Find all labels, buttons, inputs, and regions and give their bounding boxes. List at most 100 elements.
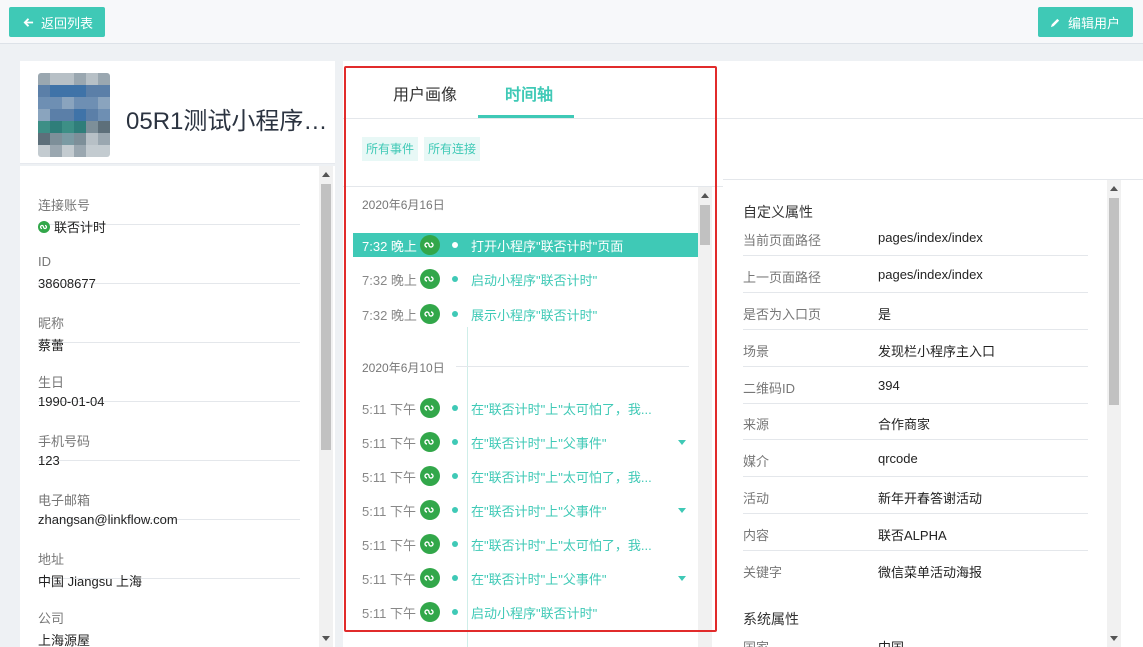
miniprogram-icon: [420, 500, 440, 520]
attribute-value: qrcode: [878, 451, 918, 466]
timeline-date: 2020年6月10日: [362, 361, 445, 375]
attribute-value: 联否ALPHA: [878, 528, 947, 543]
attribute-value: 合作商家: [878, 417, 931, 432]
event-time: 7:32 晚上: [362, 307, 417, 323]
back-to-list-button[interactable]: 返回列表: [9, 7, 105, 37]
scrollbar-thumb[interactable]: [1109, 198, 1119, 405]
field-label: ID: [38, 254, 51, 269]
attribute-value: pages/index/index: [878, 267, 983, 282]
pencil-icon: [1050, 18, 1060, 27]
attribute-value: 是: [878, 307, 892, 322]
tab-timeline[interactable]: 时间轴: [505, 81, 553, 105]
fields-scrollbar[interactable]: [319, 166, 333, 647]
attribute-row: 媒介 qrcode: [743, 440, 1088, 477]
event-time: 5:11 下午: [362, 435, 416, 451]
field-label: 手机号码: [38, 434, 91, 449]
field-linked-account: 连接账号 联否计时: [38, 166, 300, 235]
date-divider: [456, 366, 689, 367]
attribute-row: 当前页面路径 pages/index/index: [743, 219, 1088, 256]
attribute-key: 场景: [743, 344, 770, 359]
attributes-header: [723, 61, 1143, 119]
timeline-dot: [452, 575, 458, 581]
edit-user-button[interactable]: 编辑用户: [1038, 7, 1133, 37]
tab-bar: 用户画像 时间轴: [343, 61, 723, 119]
timeline-date: 2020年6月16日: [362, 198, 445, 212]
event-text: 在"联否计时"上"太可怕了，我...: [471, 401, 652, 417]
scroll-up-arrow-icon[interactable]: [701, 193, 709, 198]
field-id: ID 38608677: [38, 225, 300, 291]
timeline-scrollbar[interactable]: [698, 187, 712, 647]
timeline-dot: [452, 541, 458, 547]
scroll-up-arrow-icon[interactable]: [322, 172, 330, 177]
attribute-value: 发现栏小程序主入口: [878, 344, 996, 359]
event-text: 打开小程序"联否计时"页面: [471, 238, 624, 254]
miniprogram-icon: [420, 304, 440, 324]
active-tab-indicator: [478, 115, 574, 118]
top-bar: 返回列表 编辑用户: [0, 0, 1143, 44]
attribute-key: 上一页面路径: [743, 270, 822, 285]
timeline-event[interactable]: 7:32 晚上 展示小程序"联否计时": [353, 302, 698, 326]
timeline-event[interactable]: 5:11 下午 在"联否计时"上"父事件": [353, 430, 698, 454]
attribute-row: 内容 联否ALPHA: [743, 514, 1088, 551]
attribute-value: 微信菜单活动海报: [878, 565, 983, 580]
timeline-event[interactable]: 5:11 下午 启动小程序"联否计时": [353, 600, 698, 624]
attributes-panel: 自定义属性 当前页面路径 pages/index/index 上一页面路径 page…: [723, 61, 1143, 647]
filter-all-events[interactable]: 所有事件: [362, 137, 419, 161]
event-text: 展示小程序"联否计时": [471, 307, 598, 323]
scroll-down-arrow-icon[interactable]: [322, 636, 330, 641]
attribute-row: 关键字 微信菜单活动海报: [743, 551, 1088, 588]
event-time: 5:11 下午: [362, 503, 416, 519]
miniprogram-icon: [420, 466, 440, 486]
event-time: 5:11 下午: [362, 571, 416, 587]
attribute-row: 是否为入口页 是: [743, 293, 1088, 330]
field-label: 地址: [38, 552, 65, 567]
tab-user-portrait[interactable]: 用户画像: [393, 81, 457, 105]
field-label: 电子邮箱: [38, 493, 91, 508]
timeline-dot: [452, 609, 458, 615]
expand-caret-icon[interactable]: [678, 575, 686, 581]
scrollbar-thumb[interactable]: [700, 205, 710, 245]
field-email: 电子邮箱 zhangsan@linkflow.com: [38, 461, 300, 527]
event-text: 在"联否计时"上"父事件": [471, 571, 607, 587]
timeline-dot: [452, 439, 458, 445]
attribute-value: 394: [878, 378, 900, 393]
scrollbar-thumb[interactable]: [321, 184, 331, 450]
timeline-dot: [452, 276, 458, 282]
timeline-event[interactable]: 5:11 下午 在"联否计时"上"太可怕了，我...: [353, 396, 698, 420]
miniprogram-icon: [420, 534, 440, 554]
timeline-event[interactable]: 5:11 下午 在"联否计时"上"父事件": [353, 566, 698, 590]
timeline-event[interactable]: 5:11 下午 在"联否计时"上"太可怕了，我...: [353, 464, 698, 488]
scroll-down-arrow-icon[interactable]: [1110, 636, 1118, 641]
attributes-scrollbar[interactable]: [1107, 180, 1121, 647]
attribute-key: 二维码ID: [743, 381, 796, 396]
event-time: 7:32 晚上: [362, 238, 417, 254]
field-label: 连接账号: [38, 198, 91, 213]
timeline-dot: [452, 507, 458, 513]
event-time: 5:11 下午: [362, 605, 416, 621]
event-time: 5:11 下午: [362, 537, 416, 553]
expand-caret-icon[interactable]: [678, 439, 686, 445]
timeline-dot: [452, 242, 458, 248]
avatar: [38, 73, 110, 157]
timeline-event[interactable]: 7:32 晚上 启动小程序"联否计时": [353, 267, 698, 291]
event-time: 5:11 下午: [362, 469, 416, 485]
filter-all-connections[interactable]: 所有连接: [424, 137, 481, 161]
attribute-key: 内容: [743, 528, 770, 543]
timeline-event[interactable]: 5:11 下午 在"联否计时"上"太可怕了，我...: [353, 532, 698, 556]
edit-button-label: 编辑用户: [1068, 15, 1121, 31]
miniprogram-icon: [420, 398, 440, 418]
attribute-key: 来源: [743, 417, 770, 432]
profile-name: 05R1测试小程序…: [126, 108, 328, 135]
expand-caret-icon[interactable]: [678, 507, 686, 513]
attribute-key: 媒介: [743, 454, 770, 469]
profile-card: 05R1测试小程序…: [20, 61, 335, 164]
timeline-panel: 用户画像 时间轴 所有事件 所有连接 2020年6月16日 7:32 晚上 打开…: [343, 61, 723, 647]
timeline-event[interactable]: 5:11 下午 在"联否计时"上"父事件": [353, 498, 698, 522]
scroll-up-arrow-icon[interactable]: [1110, 186, 1118, 191]
miniprogram-icon: [420, 235, 440, 255]
field-value: 上海源屋: [38, 633, 91, 647]
timeline-event[interactable]: 7:32 晚上 打开小程序"联否计时"页面: [353, 233, 698, 257]
field-label: 公司: [38, 611, 65, 626]
event-text: 在"联否计时"上"父事件": [471, 503, 607, 519]
attribute-value: pages/index/index: [878, 230, 983, 245]
